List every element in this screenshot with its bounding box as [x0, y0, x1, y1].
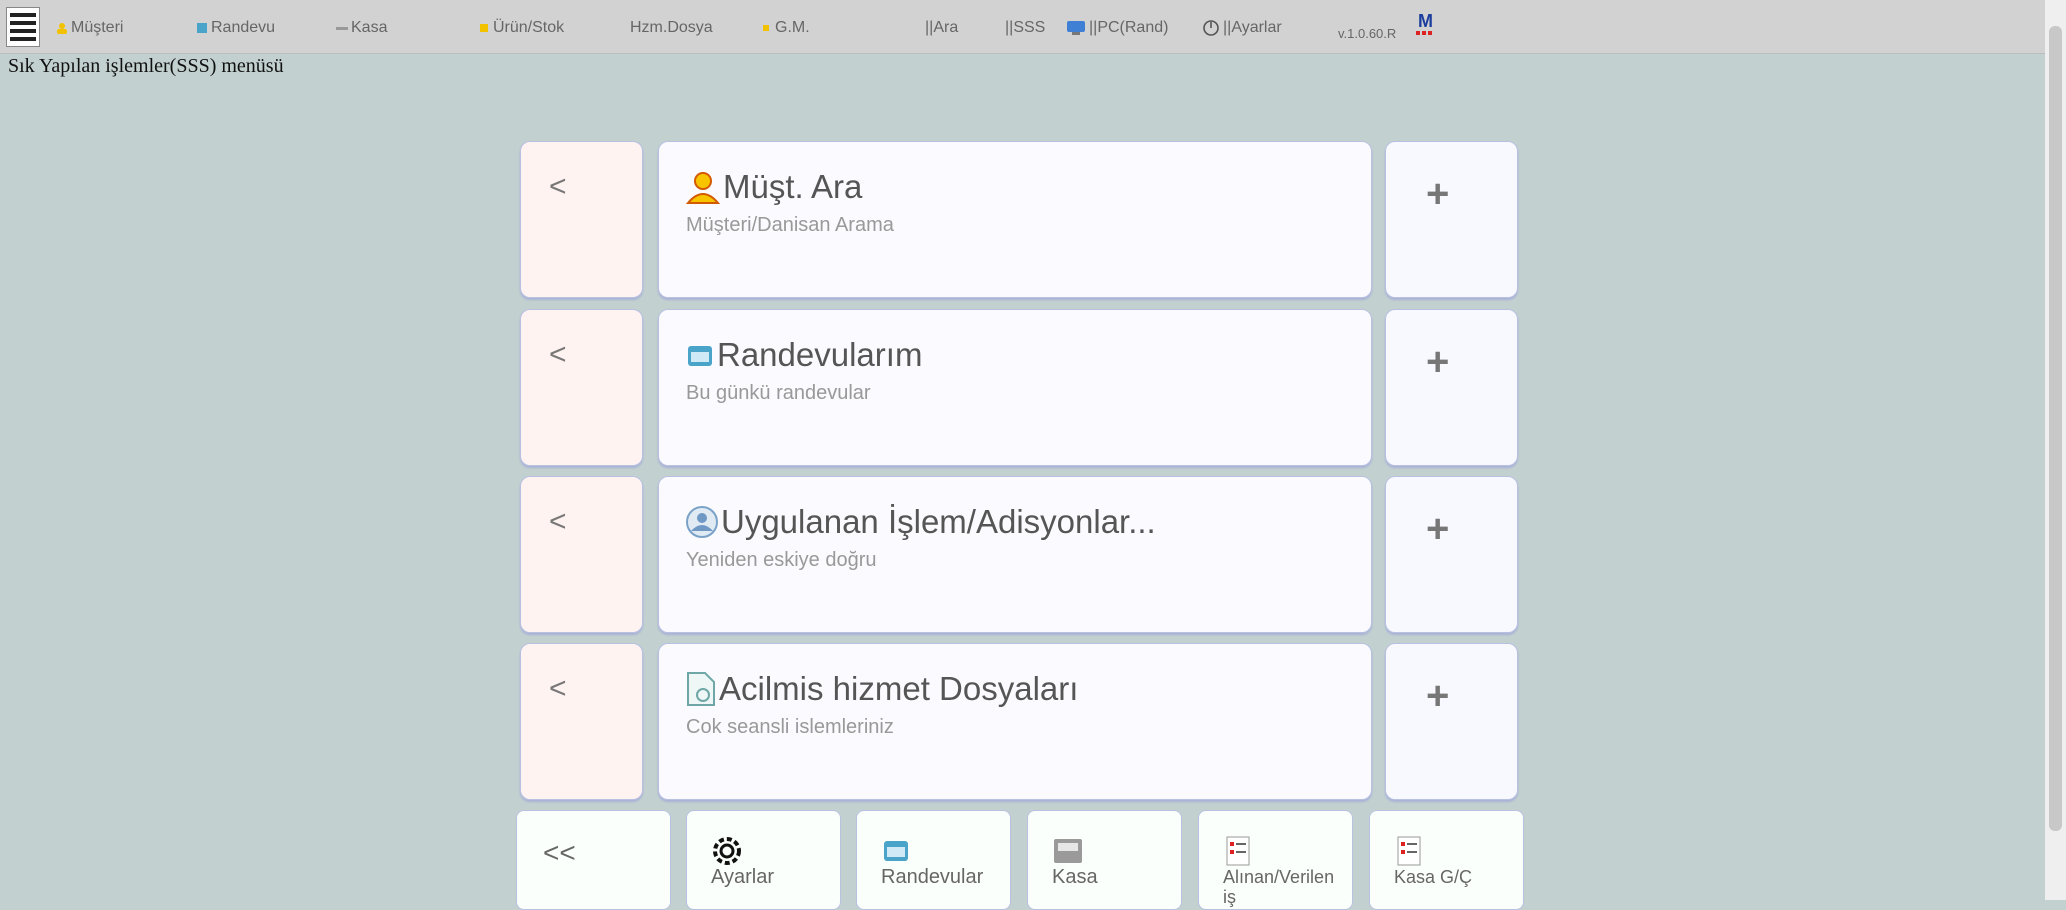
menu-line-icon: [10, 21, 36, 25]
nav-gm[interactable]: G.M.: [760, 17, 810, 39]
nav-label: Kasa: [351, 19, 388, 36]
card-musteri-ara[interactable]: Müşt. Ara Müşteri/Danisan Arama: [658, 141, 1372, 298]
card-prev-button[interactable]: <: [520, 643, 643, 800]
nav-label: ||Ayarlar: [1223, 19, 1282, 36]
file-icon: [687, 672, 715, 706]
nav-label: G.M.: [775, 19, 810, 36]
person-icon: [57, 23, 67, 34]
chevron-left-icon: <: [549, 672, 567, 705]
calendar-icon: [884, 841, 908, 861]
plus-icon: +: [1426, 172, 1450, 216]
tile-label: Alınan/Verilen iş: [1223, 867, 1335, 907]
box-icon: [480, 24, 488, 32]
gear-icon: [713, 837, 741, 865]
plus-icon: +: [1426, 507, 1450, 551]
card-uygulanan-islemler[interactable]: Uygulanan İşlem/Adisyonlar... Yeniden es…: [658, 476, 1372, 633]
nav-urun-stok[interactable]: Ürün/Stok: [478, 17, 564, 39]
cash-icon: [336, 27, 348, 30]
menu-line-icon: [10, 13, 36, 17]
tile-randevular[interactable]: Randevular: [856, 810, 1011, 910]
plus-icon: +: [1426, 340, 1450, 384]
monitor-icon: [1067, 21, 1085, 35]
card-title-row: Müşt. Ara: [685, 168, 862, 206]
list-icon: [1397, 836, 1421, 866]
double-chevron-left-icon: <<: [543, 837, 576, 868]
nav-label: Müşteri: [71, 19, 124, 36]
nav-label: ||SSS: [1005, 19, 1046, 36]
card-title-row: Acilmis hizmet Dosyaları: [685, 670, 1078, 708]
version-label: v.1.0.60.R: [1338, 26, 1397, 41]
card-add-button[interactable]: +: [1385, 643, 1518, 800]
card-randevularim[interactable]: Randevularım Bu günkü randevular: [658, 309, 1372, 466]
tile-ayarlar[interactable]: Ayarlar: [686, 810, 841, 910]
person-icon: [685, 172, 721, 204]
chevron-left-icon: <: [549, 338, 567, 371]
vertical-scrollbar[interactable]: [2045, 0, 2066, 900]
card-add-button[interactable]: +: [1385, 309, 1518, 466]
nav-label: ||Ara: [925, 19, 959, 36]
tile-label: Kasa: [1052, 866, 1098, 888]
nav-label: ||PC(Rand): [1089, 19, 1169, 36]
nav-sss[interactable]: ||SSS: [1005, 17, 1045, 39]
nav-pc-rand[interactable]: ||PC(Rand): [1066, 17, 1168, 39]
card-add-button[interactable]: +: [1385, 476, 1518, 633]
card-hizmet-dosyalari[interactable]: Acilmis hizmet Dosyaları Cok seansli isl…: [658, 643, 1372, 800]
nav-ara[interactable]: ||Ara: [925, 17, 958, 39]
card-subtitle: Yeniden eskiye doğru: [686, 549, 877, 571]
cash-register-icon: [1054, 839, 1082, 863]
nav-kasa[interactable]: Kasa: [336, 17, 387, 39]
tile-back-button[interactable]: <<: [516, 810, 671, 910]
nav-randevu[interactable]: Randevu: [196, 17, 275, 39]
nav-label: Randevu: [211, 19, 276, 36]
plus-icon: +: [1426, 674, 1450, 718]
menu-line-icon: [10, 37, 36, 41]
tile-label: Randevular: [881, 866, 984, 888]
brand-logo: M: [1414, 10, 1444, 40]
nav-musteri[interactable]: Müşteri: [56, 17, 123, 39]
tile-label: Kasa G/Ç: [1394, 867, 1473, 887]
card-prev-button[interactable]: <: [520, 476, 643, 633]
globe-icon: [686, 506, 718, 538]
card-title: Acilmis hizmet Dosyaları: [719, 670, 1079, 707]
card-title-row: Uygulanan İşlem/Adisyonlar...: [685, 503, 1156, 541]
chevron-left-icon: <: [549, 505, 567, 538]
svg-text:M: M: [1418, 11, 1433, 31]
page-title: Sık Yapılan işlemler(SSS) menüsü: [8, 55, 284, 77]
tile-alinan-verilen[interactable]: Alınan/Verilen iş: [1198, 810, 1353, 910]
tile-kasa-gc[interactable]: Kasa G/Ç: [1369, 810, 1524, 910]
card-subtitle: Müşteri/Danisan Arama: [686, 214, 894, 236]
logo-icon: M: [1416, 11, 1433, 35]
card-title: Uygulanan İşlem/Adisyonlar...: [721, 503, 1156, 540]
calendar-icon: [688, 346, 712, 366]
power-icon: [1203, 20, 1219, 36]
card-prev-button[interactable]: <: [520, 141, 643, 298]
scrollbar-thumb[interactable]: [2049, 26, 2062, 831]
card-subtitle: Bu günkü randevular: [686, 382, 871, 404]
card-title-row: Randevularım: [685, 336, 922, 374]
card-title: Randevularım: [717, 336, 923, 373]
star-icon: [763, 25, 769, 31]
list-icon: [1226, 836, 1250, 866]
chevron-left-icon: <: [549, 170, 567, 203]
card-subtitle: Cok seansli islemleriniz: [686, 716, 894, 738]
nav-hzm-dosya[interactable]: Hzm.Dosya: [630, 17, 713, 39]
tile-label: Ayarlar: [711, 866, 774, 888]
tile-kasa[interactable]: Kasa: [1027, 810, 1182, 910]
menu-line-icon: [10, 29, 36, 33]
nav-ayarlar[interactable]: ||Ayarlar: [1202, 17, 1282, 39]
top-navigation: Müşteri Randevu Kasa Ürün/Stok Hzm.Dosya…: [0, 0, 2045, 54]
card-prev-button[interactable]: <: [520, 309, 643, 466]
card-add-button[interactable]: +: [1385, 141, 1518, 298]
calendar-icon: [197, 23, 207, 33]
nav-label: Ürün/Stok: [493, 19, 565, 36]
nav-label: Hzm.Dosya: [630, 19, 713, 36]
hamburger-menu-button[interactable]: [6, 7, 40, 47]
card-title: Müşt. Ara: [723, 168, 863, 205]
